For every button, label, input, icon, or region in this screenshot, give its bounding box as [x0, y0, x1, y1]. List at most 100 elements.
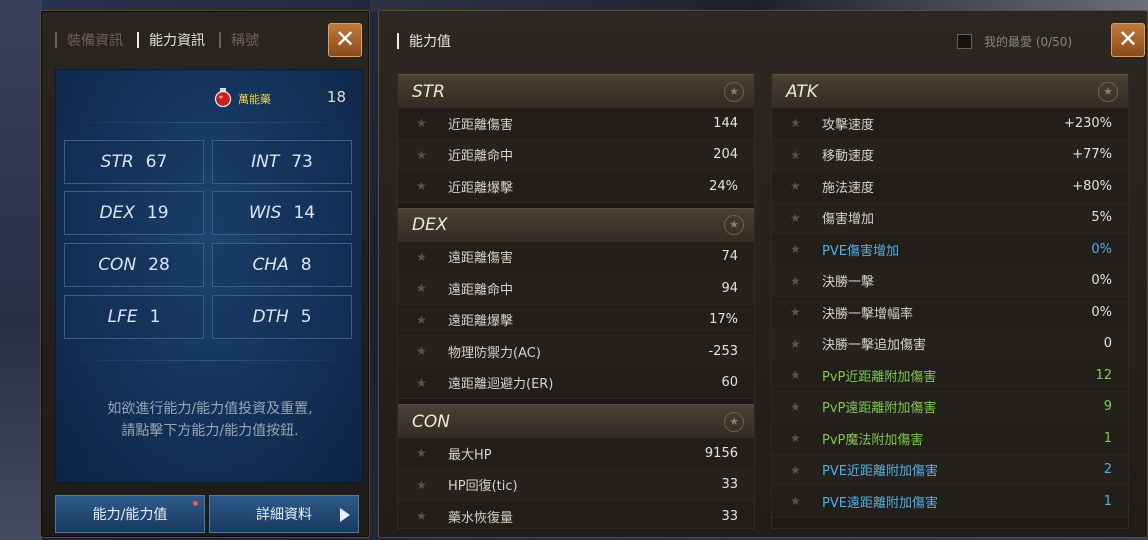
stat-row: ★ PvP近距離附加傷害 12 [772, 360, 1128, 392]
stat-value: 28 [148, 255, 170, 275]
favorite-star-icon[interactable]: ★ [790, 274, 810, 288]
close-button[interactable]: ✕ [328, 23, 362, 57]
favorite-star-icon[interactable]: ★ [790, 116, 810, 130]
stat-con: CON 28 [64, 243, 204, 287]
favorite-star-icon[interactable]: ★ [790, 494, 810, 508]
stat-label: LFE [107, 307, 138, 327]
section-header: CON ★ [398, 404, 754, 438]
stat-value: 5% [1091, 210, 1112, 226]
stat-value: 5 [300, 307, 312, 327]
tab-equipment[interactable]: 裝備資訊 [55, 30, 123, 50]
stat-value: 8 [300, 255, 312, 275]
favorite-star-icon[interactable]: ★ [416, 344, 436, 358]
stat-wis: WIS 14 [212, 191, 352, 235]
favorite-star-icon[interactable]: ★ [790, 431, 810, 445]
potion-icon [214, 88, 232, 108]
stat-name: 攻擊速度 [822, 117, 875, 133]
favorites-checkbox[interactable] [957, 34, 972, 49]
stat-value: +77% [1072, 147, 1112, 163]
section-rows: ★ 最大HP 9156 ★ HP回復(tic) 33 ★ 藥水恢復量 33 [398, 438, 754, 528]
stat-row: ★ PVE傷害增加 0% [772, 234, 1128, 266]
stat-row: ★ 攻擊速度 +230% [772, 108, 1128, 140]
reset-instructions: 如欲進行能力/能力值投資及重置, 請點擊下方能力/能力值按鈕. [56, 398, 364, 442]
stat-row: ★ 遠距離迴避力(ER) 60 [398, 367, 754, 399]
close-button[interactable]: ✕ [1111, 23, 1145, 57]
stat-label: CON [98, 255, 137, 275]
favorite-star-icon[interactable]: ★ [790, 211, 810, 225]
tab-ability[interactable]: 能力資訊 [137, 30, 205, 50]
stat-value: 0% [1091, 241, 1112, 257]
stat-row: ★ 施法速度 +80% [772, 171, 1128, 203]
favorite-star-icon[interactable]: ★ [416, 250, 436, 264]
stat-dth: DTH 5 [212, 295, 352, 339]
favorite-star-icon[interactable]: ★ [790, 400, 810, 414]
section-favorite-star-icon[interactable]: ★ [1098, 81, 1118, 102]
stat-name: 最大HP [448, 447, 492, 463]
stat-name: 近距離爆擊 [448, 180, 514, 196]
stat-name: PvP魔法附加傷害 [822, 432, 924, 448]
stat-name: PVE遠距離附加傷害 [822, 495, 938, 511]
favorite-star-icon[interactable]: ★ [416, 116, 436, 130]
favorite-star-icon[interactable]: ★ [416, 509, 436, 523]
stat-name: 決勝一擊追加傷害 [822, 338, 927, 354]
section-header: STR ★ [398, 74, 754, 108]
stat-name: 遠距離迴避力(ER) [448, 377, 554, 393]
panel-title: 能力值 [397, 31, 451, 51]
potion-count: 18 [326, 88, 346, 106]
tab-label: 稱號 [231, 33, 259, 49]
details-button-label: 詳細資料 [256, 507, 312, 523]
stat-row: ★ 移動速度 +77% [772, 139, 1128, 171]
section-title: CON [412, 411, 450, 432]
stat-label: DTH [252, 307, 289, 327]
stat-row: ★ 傷害增加 5% [772, 202, 1128, 234]
favorite-star-icon[interactable]: ★ [416, 148, 436, 162]
tab-label: 能力資訊 [149, 33, 205, 49]
favorite-star-icon[interactable]: ★ [416, 281, 436, 295]
section-favorite-star-icon[interactable]: ★ [724, 411, 744, 432]
section-header: DEX ★ [398, 207, 754, 242]
stat-row: ★ PVE近距離附加傷害 2 [772, 454, 1128, 486]
section-favorite-star-icon[interactable]: ★ [724, 215, 744, 235]
details-button[interactable]: 詳細資料 [209, 495, 359, 533]
stat-str: STR 67 [64, 140, 204, 184]
favorite-star-icon[interactable]: ★ [790, 242, 810, 256]
favorite-star-icon[interactable]: ★ [416, 376, 436, 390]
favorite-star-icon[interactable]: ★ [416, 179, 436, 193]
stat-value: 144 [713, 115, 738, 131]
stat-value: 1 [149, 307, 161, 327]
stat-row: ★ 決勝一擊追加傷害 0 [772, 328, 1128, 360]
stat-value: 9 [1103, 399, 1112, 415]
stat-row: ★ PVE遠距離附加傷害 1 [772, 486, 1128, 518]
stat-row: ★ 遠距離命中 94 [398, 273, 754, 305]
favorite-star-icon[interactable]: ★ [416, 446, 436, 460]
info-tabs: 裝備資訊 能力資訊 稱號 [55, 25, 325, 55]
ability-button[interactable]: 能力/能力值 [55, 495, 205, 533]
stat-row: ★ 物理防禦力(AC) -253 [398, 336, 754, 368]
favorite-star-icon[interactable]: ★ [790, 179, 810, 193]
favorite-star-icon[interactable]: ★ [790, 305, 810, 319]
favorite-star-icon[interactable]: ★ [790, 463, 810, 477]
stat-name: HP回復(tic) [448, 479, 518, 495]
stat-name: 遠距離傷害 [448, 251, 514, 267]
stat-label: CHA [252, 255, 289, 275]
favorite-star-icon[interactable]: ★ [416, 313, 436, 327]
favorites-toggle[interactable]: 我的最愛 (0/50) [957, 33, 1072, 50]
stat-value: 33 [721, 477, 738, 493]
stat-area: 萬能藥 18 STR 67 INT 73 DEX 19 WIS 14 CON 2… [55, 69, 363, 483]
stat-dex: DEX 19 [64, 191, 204, 235]
stat-value: 94 [721, 280, 738, 296]
tab-title[interactable]: 稱號 [219, 30, 259, 50]
favorite-star-icon[interactable]: ★ [790, 368, 810, 382]
stat-value: 17% [709, 312, 738, 328]
tab-divider [137, 32, 139, 48]
section-rows: ★ 近距離傷害 144 ★ 近距離命中 204 ★ 近距離爆擊 24% [398, 108, 754, 203]
tab-divider [219, 32, 221, 48]
stat-label: INT [251, 152, 280, 172]
favorite-star-icon[interactable]: ★ [790, 337, 810, 351]
section-favorite-star-icon[interactable]: ★ [724, 81, 744, 102]
potion-name: 萬能藥 [238, 93, 271, 106]
stat-lfe: LFE 1 [64, 295, 204, 339]
stat-name: 傷害增加 [822, 212, 875, 228]
favorite-star-icon[interactable]: ★ [416, 478, 436, 492]
favorite-star-icon[interactable]: ★ [790, 148, 810, 162]
